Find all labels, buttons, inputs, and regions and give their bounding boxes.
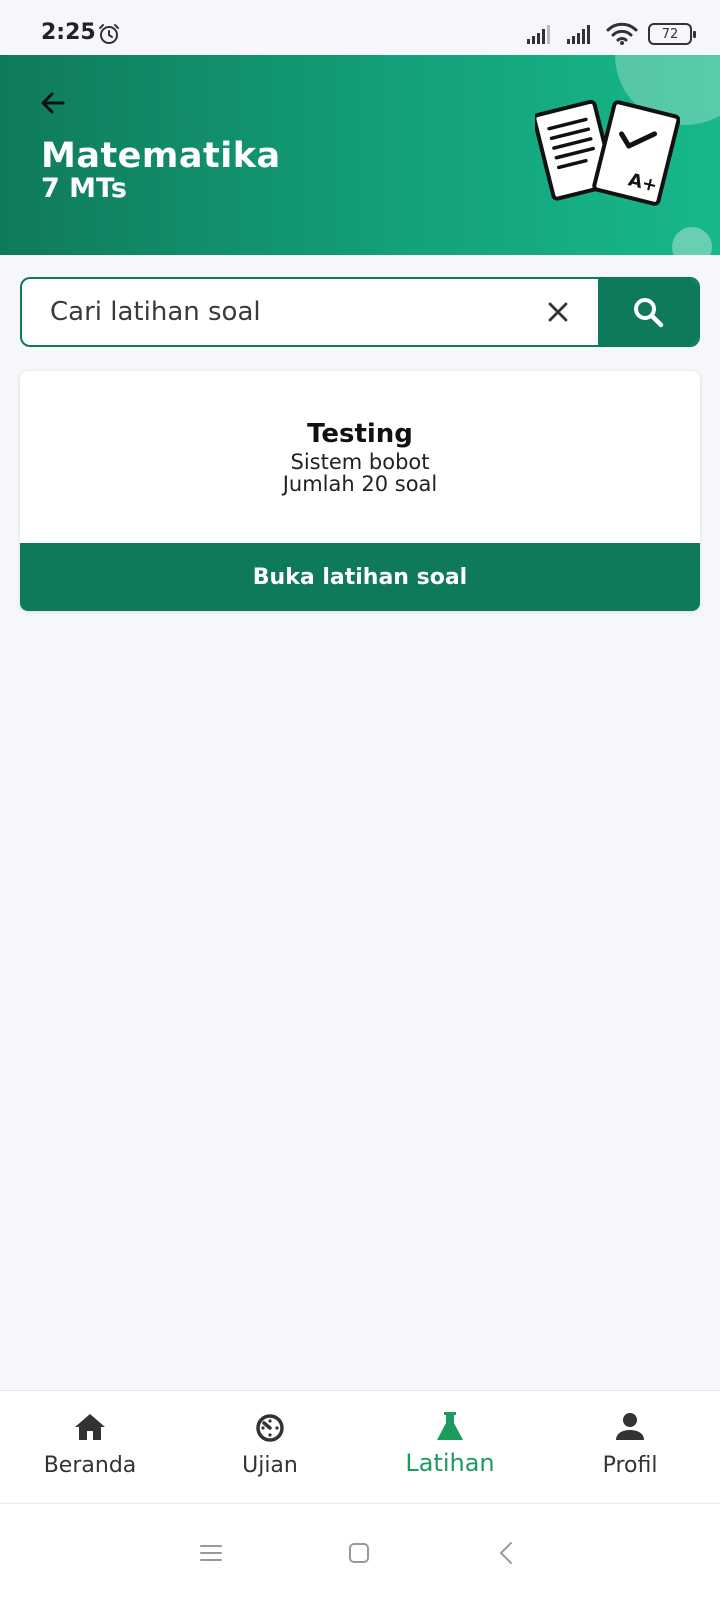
nav-label: Ujian: [242, 1453, 298, 1478]
arrow-left-icon[interactable]: [37, 87, 69, 119]
battery-level: 72: [661, 26, 679, 42]
exam-papers-icon: A+: [535, 99, 680, 206]
page-subtitle: 7 MTs: [41, 173, 127, 204]
bottom-navigation: Beranda Ujian Latihan Profil: [0, 1390, 720, 1502]
person-icon: [616, 1413, 644, 1440]
nav-item-profil[interactable]: Profil: [540, 1391, 720, 1502]
nav-item-beranda[interactable]: Beranda: [0, 1391, 180, 1502]
battery-icon: 72: [648, 23, 696, 45]
alarm-icon: [99, 24, 119, 44]
menu-icon[interactable]: [198, 1540, 224, 1566]
status-time: 2:25: [41, 20, 96, 45]
nav-label: Profil: [602, 1453, 658, 1478]
wifi-icon: [606, 22, 638, 45]
nav-label: Latihan: [405, 1449, 495, 1477]
open-exercise-button[interactable]: Buka latihan soal: [20, 543, 700, 611]
status-icons: 72: [526, 22, 696, 46]
exercise-scoring-system: Sistem bobot: [290, 450, 430, 474]
header: Matematika 7 MTs A+: [0, 55, 720, 255]
search-bar: [20, 277, 700, 347]
signal-icon: [567, 25, 590, 44]
close-icon[interactable]: [542, 296, 574, 328]
flask-icon: [437, 1412, 463, 1440]
search-button[interactable]: [598, 279, 698, 345]
timer-icon: [256, 1414, 284, 1442]
back-chevron-icon[interactable]: [494, 1540, 520, 1566]
nav-label: Beranda: [43, 1453, 137, 1478]
search-icon: [634, 298, 664, 328]
nav-item-ujian[interactable]: Ujian: [180, 1391, 360, 1502]
exercise-question-count: Jumlah 20 soal: [282, 472, 438, 496]
home-icon: [75, 1414, 105, 1440]
signal-icon: [527, 25, 550, 44]
decorative-circle: [672, 227, 712, 255]
search-input[interactable]: [50, 279, 530, 345]
system-navigation-bar: [0, 1503, 720, 1600]
home-square-icon[interactable]: [346, 1540, 372, 1566]
exercise-title: Testing: [307, 419, 413, 449]
nav-item-latihan[interactable]: Latihan: [360, 1391, 540, 1502]
status-bar: 2:25 72: [0, 0, 720, 55]
page-title: Matematika: [41, 136, 281, 176]
exercise-card: Testing Sistem bobot Jumlah 20 soal Buka…: [20, 371, 700, 611]
